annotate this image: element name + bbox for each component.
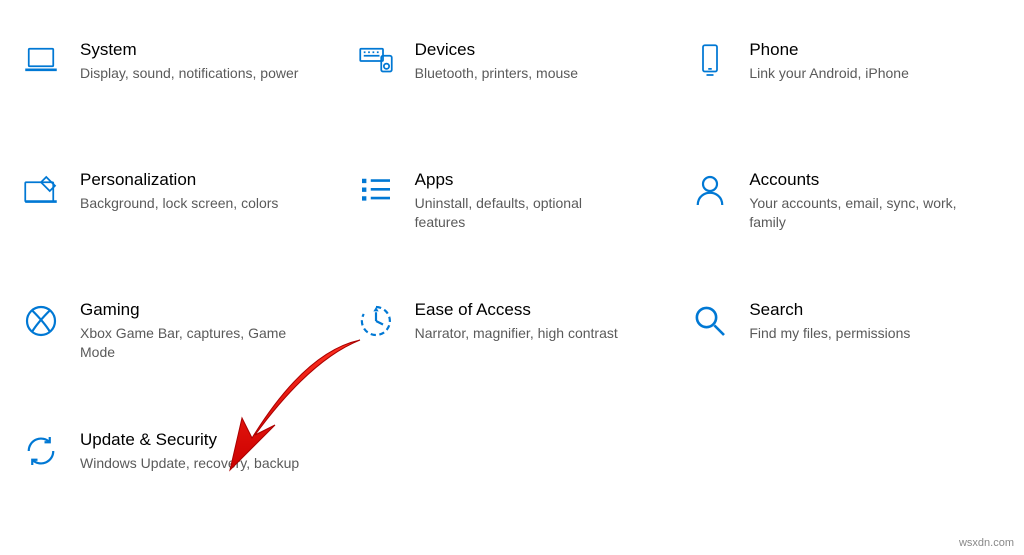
- tile-phone[interactable]: Phone Link your Android, iPhone: [689, 40, 1004, 120]
- laptop-icon: [20, 40, 62, 82]
- tile-title: Search: [749, 300, 910, 320]
- tile-title: Phone: [749, 40, 909, 60]
- tile-title: Accounts: [749, 170, 969, 190]
- watermark-text: wsxdn.com: [959, 537, 1014, 549]
- tile-text: System Display, sound, notifications, po…: [80, 40, 298, 83]
- list-icon: [355, 170, 397, 212]
- tile-personalization[interactable]: Personalization Background, lock screen,…: [20, 170, 335, 250]
- ease-of-access-icon: [355, 300, 397, 342]
- tile-text: Search Find my files, permissions: [749, 300, 910, 343]
- tile-desc: Background, lock screen, colors: [80, 194, 278, 213]
- person-icon: [689, 170, 731, 212]
- tile-desc: Narrator, magnifier, high contrast: [415, 324, 618, 343]
- tile-desc: Link your Android, iPhone: [749, 64, 909, 83]
- tile-text: Devices Bluetooth, printers, mouse: [415, 40, 578, 83]
- paint-icon: [20, 170, 62, 212]
- tile-desc: Uninstall, defaults, optional features: [415, 194, 635, 232]
- tile-text: Apps Uninstall, defaults, optional featu…: [415, 170, 635, 232]
- tile-apps[interactable]: Apps Uninstall, defaults, optional featu…: [355, 170, 670, 250]
- tile-title: Gaming: [80, 300, 300, 320]
- tile-title: Apps: [415, 170, 635, 190]
- tile-text: Personalization Background, lock screen,…: [80, 170, 278, 213]
- tile-text: Update & Security Windows Update, recove…: [80, 430, 299, 473]
- tile-ease-of-access[interactable]: Ease of Access Narrator, magnifier, high…: [355, 300, 670, 380]
- tile-devices[interactable]: Devices Bluetooth, printers, mouse: [355, 40, 670, 120]
- tile-title: Personalization: [80, 170, 278, 190]
- tile-update-security[interactable]: Update & Security Windows Update, recove…: [20, 430, 335, 510]
- sync-icon: [20, 430, 62, 472]
- tile-title: Update & Security: [80, 430, 299, 450]
- tile-title: Devices: [415, 40, 578, 60]
- tile-accounts[interactable]: Accounts Your accounts, email, sync, wor…: [689, 170, 1004, 250]
- tile-desc: Display, sound, notifications, power: [80, 64, 298, 83]
- tile-system[interactable]: System Display, sound, notifications, po…: [20, 40, 335, 120]
- settings-categories-grid: System Display, sound, notifications, po…: [0, 0, 1024, 530]
- xbox-icon: [20, 300, 62, 342]
- tile-title: Ease of Access: [415, 300, 618, 320]
- search-icon: [689, 300, 731, 342]
- keyboard-speaker-icon: [355, 40, 397, 82]
- tile-title: System: [80, 40, 298, 60]
- tile-desc: Windows Update, recovery, backup: [80, 454, 299, 473]
- tile-desc: Xbox Game Bar, captures, Game Mode: [80, 324, 300, 362]
- tile-gaming[interactable]: Gaming Xbox Game Bar, captures, Game Mod…: [20, 300, 335, 380]
- tile-search[interactable]: Search Find my files, permissions: [689, 300, 1004, 380]
- tile-text: Ease of Access Narrator, magnifier, high…: [415, 300, 618, 343]
- tile-desc: Your accounts, email, sync, work, family: [749, 194, 969, 232]
- tile-desc: Find my files, permissions: [749, 324, 910, 343]
- tile-text: Gaming Xbox Game Bar, captures, Game Mod…: [80, 300, 300, 362]
- tile-text: Phone Link your Android, iPhone: [749, 40, 909, 83]
- tile-text: Accounts Your accounts, email, sync, wor…: [749, 170, 969, 232]
- tile-desc: Bluetooth, printers, mouse: [415, 64, 578, 83]
- phone-icon: [689, 40, 731, 82]
